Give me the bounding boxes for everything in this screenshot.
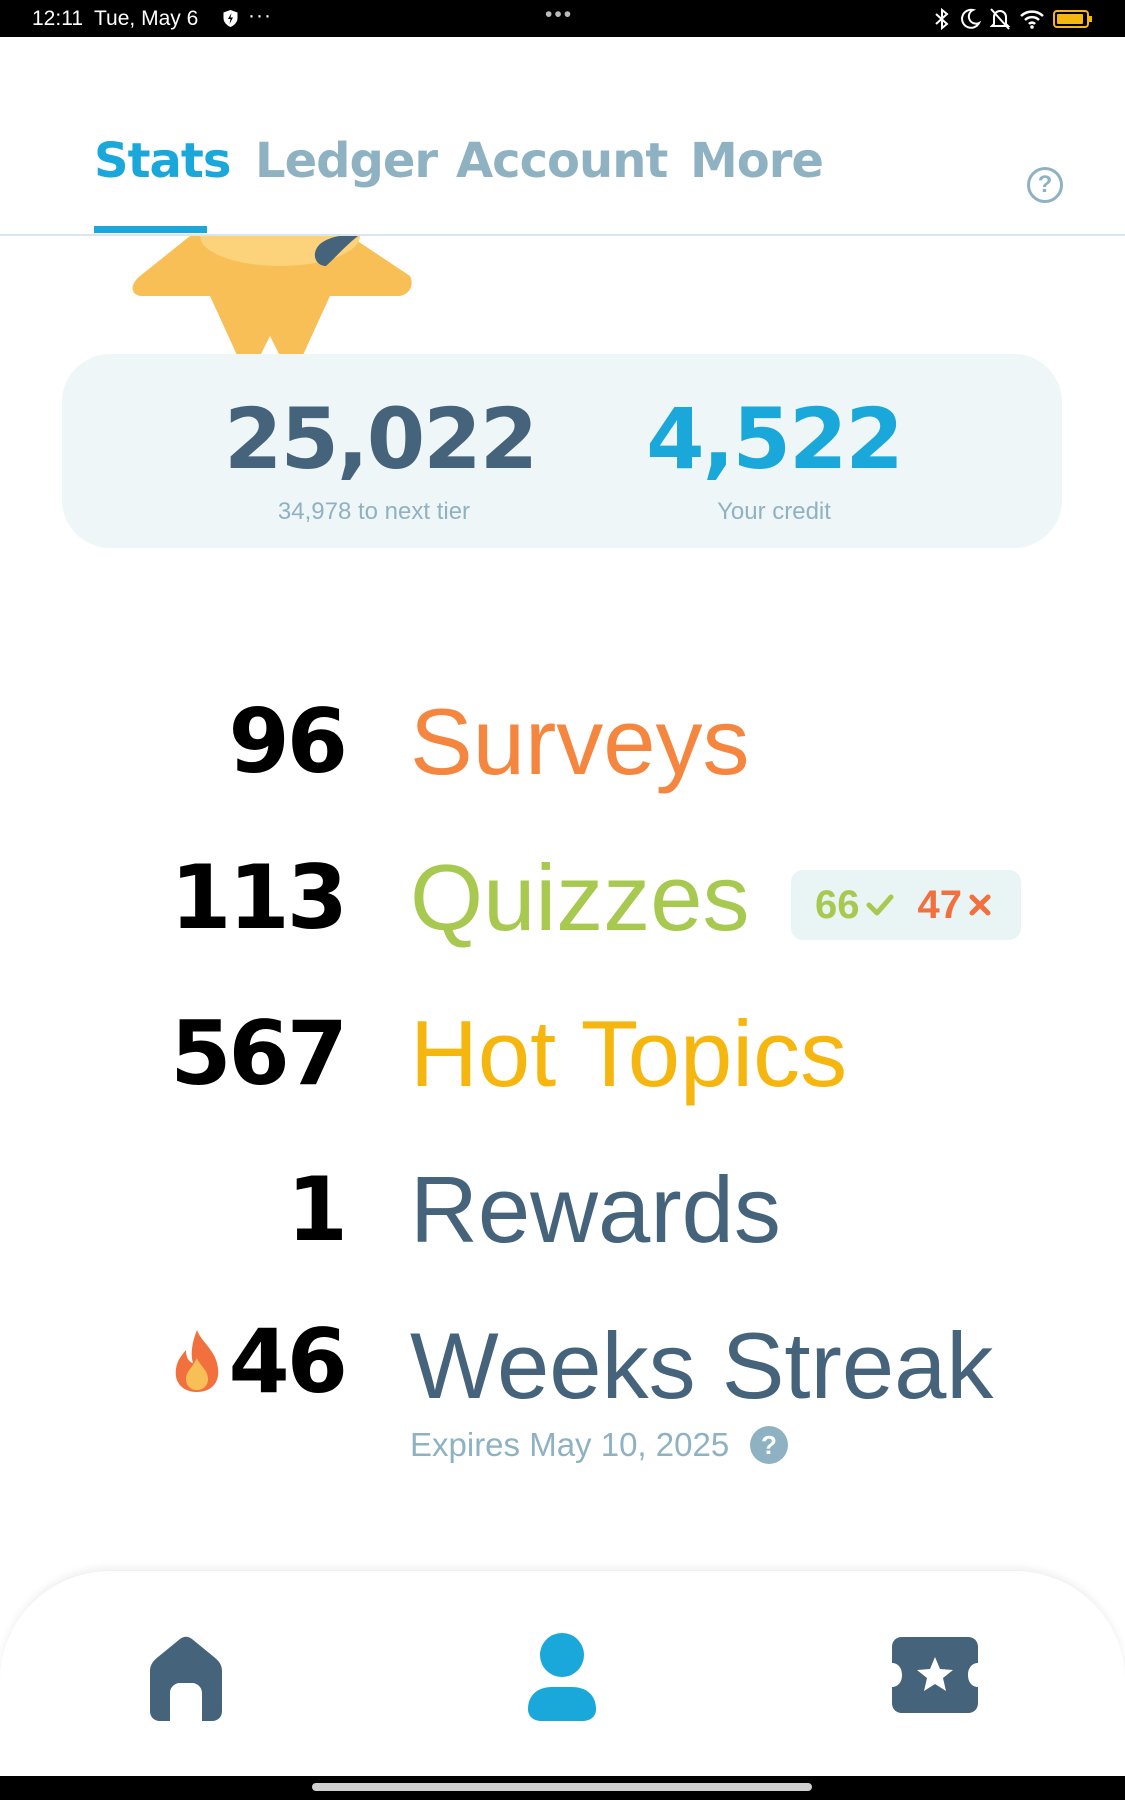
hot-topics-label: Hot Topics [410,1001,848,1106]
surveys-count: 96 [228,690,348,793]
tab-ledger[interactable]: Ledger [255,133,438,189]
quiz-results-pill: 66 47 [791,870,1021,940]
quiz-wrong-count: 47 [917,882,963,927]
quizzes-count: 113 [170,846,348,949]
points-total: 25,022 [224,390,538,488]
quizzes-label: Quizzes [410,845,750,950]
streak-help-icon[interactable]: ? [750,1426,788,1464]
home-indicator[interactable] [312,1783,812,1791]
rewards-count: 1 [286,1158,348,1261]
streak-expires-text: Expires May 10, 2025 [410,1426,730,1463]
home-icon[interactable] [140,1631,232,1723]
streak-count: 46 [228,1310,348,1413]
status-more-icon: ··· [248,4,272,27]
status-date: Tue, May 6 [94,7,199,30]
check-icon [866,894,893,916]
rewards-ticket-icon[interactable] [890,1635,980,1715]
tab-bar: Stats Ledger Account More ? [0,37,1125,236]
points-summary-card: 25,022 34,978 to next tier 4,522 Your cr… [62,354,1062,548]
surveys-label: Surveys [410,689,750,794]
tab-more[interactable]: More [690,133,824,189]
wifi-icon [1020,10,1044,29]
points-to-next-tier: 34,978 to next tier [277,498,471,525]
status-bar: 12:11 Tue, May 6 ··· ••• [0,0,1125,37]
credit-total: 4,522 [646,390,904,488]
status-center-dots: ••• [545,3,574,26]
tab-account[interactable]: Account [456,133,668,189]
bottom-nav [0,1570,1125,1780]
credit-label: Your credit [717,498,831,525]
status-time: 12:11 [32,7,83,30]
profile-icon[interactable] [522,1631,602,1723]
moon-icon [961,8,981,29]
help-icon[interactable]: ? [1027,167,1063,203]
tab-stats[interactable]: Stats [94,133,231,189]
status-icons [933,6,1093,32]
active-tab-indicator [94,226,207,233]
rewards-label: Rewards [410,1157,781,1262]
fire-icon [175,1330,219,1392]
shield-icon [223,10,238,27]
cross-icon [969,894,991,916]
bluetooth-icon [935,7,949,31]
battery-icon [1053,10,1092,28]
streak-label: Weeks Streak [410,1313,994,1418]
quiz-correct-count: 66 [815,882,860,927]
hot-topics-count: 567 [170,1002,348,1105]
bell-off-icon [989,8,1011,30]
